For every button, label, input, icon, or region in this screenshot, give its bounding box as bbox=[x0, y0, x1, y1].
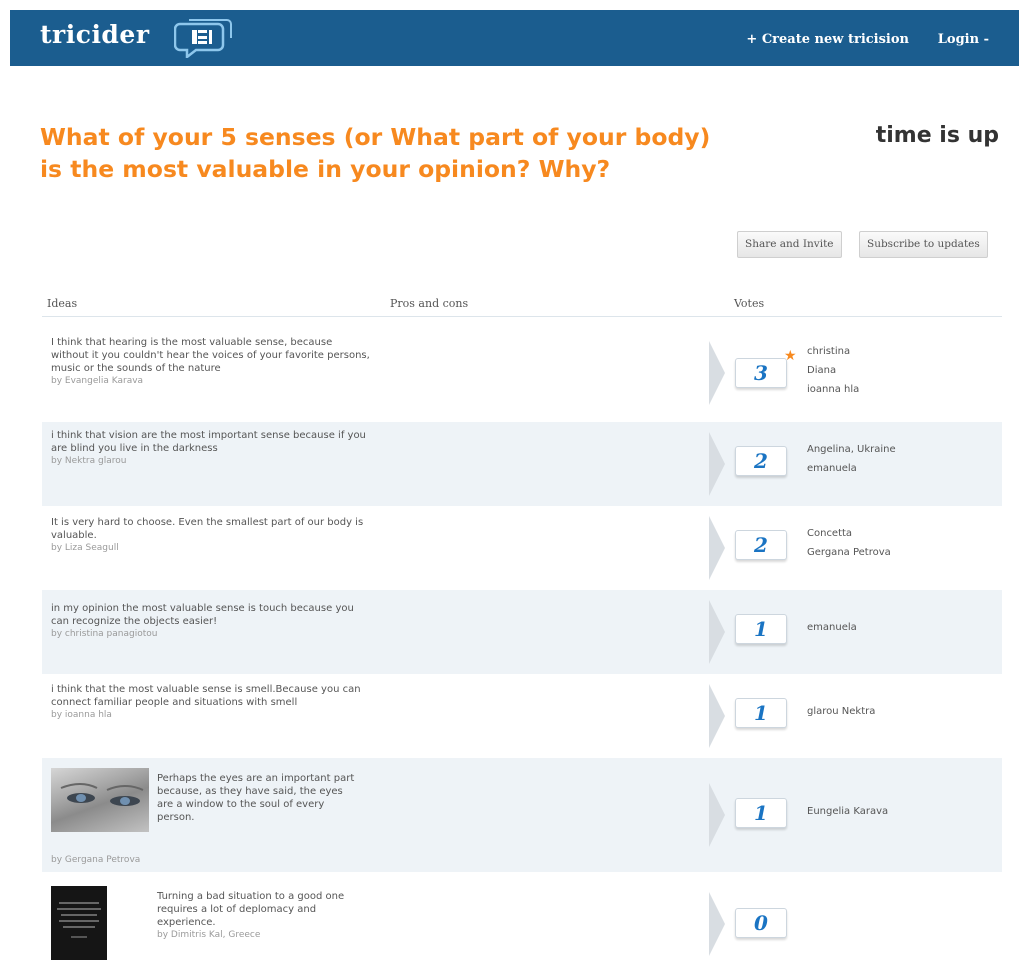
voter-name: Gergana Petrova bbox=[807, 547, 891, 558]
voter-list: glarou Nektra bbox=[807, 702, 875, 721]
voter-list: Angelina, Ukraine emanuela bbox=[807, 440, 896, 478]
idea-text: i think that vision are the most importa… bbox=[51, 429, 371, 468]
voter-list: emanuela bbox=[807, 618, 857, 637]
vote-chevron-icon bbox=[709, 892, 725, 956]
idea-author: by Nektra glarou bbox=[51, 456, 127, 466]
header-divider bbox=[42, 316, 1002, 317]
vote-count-button[interactable]: 2 bbox=[735, 530, 787, 560]
idea-quote-image bbox=[51, 886, 107, 960]
voter-name: Eungelia Karava bbox=[807, 806, 889, 817]
vote-count-button[interactable]: 1 bbox=[735, 614, 787, 644]
question-title: What of your 5 senses (or What part of y… bbox=[40, 123, 711, 183]
idea-row: It is very hard to choose. Even the smal… bbox=[42, 506, 1002, 590]
idea-author: by ioanna hla bbox=[51, 710, 112, 720]
share-and-invite-button[interactable]: Share and Invite bbox=[737, 231, 842, 258]
create-tricision-link[interactable]: + Create new tricision bbox=[746, 32, 909, 47]
voter-name: glarou Nektra bbox=[807, 706, 876, 717]
voter-name: Concetta bbox=[807, 528, 853, 539]
voter-name: ioanna hla bbox=[807, 384, 860, 395]
idea-text: in my opinion the most valuable sense is… bbox=[51, 602, 371, 641]
idea-author-block: by Gergana Petrova bbox=[51, 854, 251, 867]
idea-author: by Liza Seagull bbox=[51, 543, 119, 553]
vote-count-button[interactable]: 2 bbox=[735, 446, 787, 476]
vote-count-button[interactable]: 3 bbox=[735, 358, 787, 388]
voter-list: Eungelia Karava bbox=[807, 802, 888, 821]
voter-list: Concetta Gergana Petrova bbox=[807, 524, 891, 562]
vote-chevron-icon bbox=[709, 341, 725, 405]
speech-bubble-logo-icon bbox=[174, 19, 232, 58]
idea-text: I think that hearing is the most valuabl… bbox=[51, 337, 370, 386]
voter-name: Diana bbox=[807, 365, 837, 376]
status-time-is-up: time is up bbox=[875, 123, 999, 148]
idea-text: Perhaps the eyes are an important part b… bbox=[157, 773, 355, 823]
voter-name: emanuela bbox=[807, 463, 857, 474]
idea-photo-eyes bbox=[51, 768, 149, 832]
vote-chevron-icon bbox=[709, 516, 725, 580]
idea-row: I think that hearing is the most valuabl… bbox=[42, 330, 1002, 422]
subscribe-button[interactable]: Subscribe to updates bbox=[859, 231, 988, 258]
top-navigation-bar: tricider + Create new tricision Login - bbox=[10, 10, 1019, 66]
vote-count-button[interactable]: 0 bbox=[735, 908, 787, 938]
vote-count-button[interactable]: 1 bbox=[735, 798, 787, 828]
vote-chevron-icon bbox=[709, 600, 725, 664]
winner-star-icon: ★ bbox=[784, 348, 797, 364]
idea-row: Turning a bad situation to a good one re… bbox=[42, 872, 1002, 962]
column-header-pros-cons: Pros and cons bbox=[390, 297, 469, 310]
voter-name: emanuela bbox=[807, 622, 857, 633]
idea-text: Turning a bad situation to a good one re… bbox=[157, 890, 357, 942]
idea-author: by christina panagiotou bbox=[51, 629, 158, 639]
column-header-ideas: Ideas bbox=[47, 297, 78, 310]
vote-chevron-icon bbox=[709, 684, 725, 748]
vote-chevron-icon bbox=[709, 432, 725, 496]
idea-row: i think that vision are the most importa… bbox=[42, 422, 1002, 506]
voter-name: Angelina, Ukraine bbox=[807, 444, 896, 455]
tricider-logo[interactable]: tricider bbox=[40, 20, 150, 49]
idea-author: by Gergana Petrova bbox=[51, 855, 141, 865]
vote-chevron-icon bbox=[709, 783, 725, 847]
idea-text: i think that the most valuable sense is … bbox=[51, 683, 371, 722]
voter-list: christina Diana ioanna hla bbox=[807, 342, 859, 399]
voter-name: christina bbox=[807, 346, 851, 357]
idea-text: It is very hard to choose. Even the smal… bbox=[51, 516, 371, 555]
idea-row: in my opinion the most valuable sense is… bbox=[42, 590, 1002, 674]
idea-row: i think that the most valuable sense is … bbox=[42, 674, 1002, 758]
ideas-list: I think that hearing is the most valuabl… bbox=[42, 330, 1002, 962]
idea-author: by Dimitris Kal, Greece bbox=[157, 930, 261, 940]
login-menu[interactable]: Login - bbox=[938, 32, 989, 47]
column-header-votes: Votes bbox=[734, 297, 765, 310]
vote-count-button[interactable]: 1 bbox=[735, 698, 787, 728]
idea-author: by Evangelia Karava bbox=[51, 376, 144, 386]
idea-row: Perhaps the eyes are an important part b… bbox=[42, 758, 1002, 872]
